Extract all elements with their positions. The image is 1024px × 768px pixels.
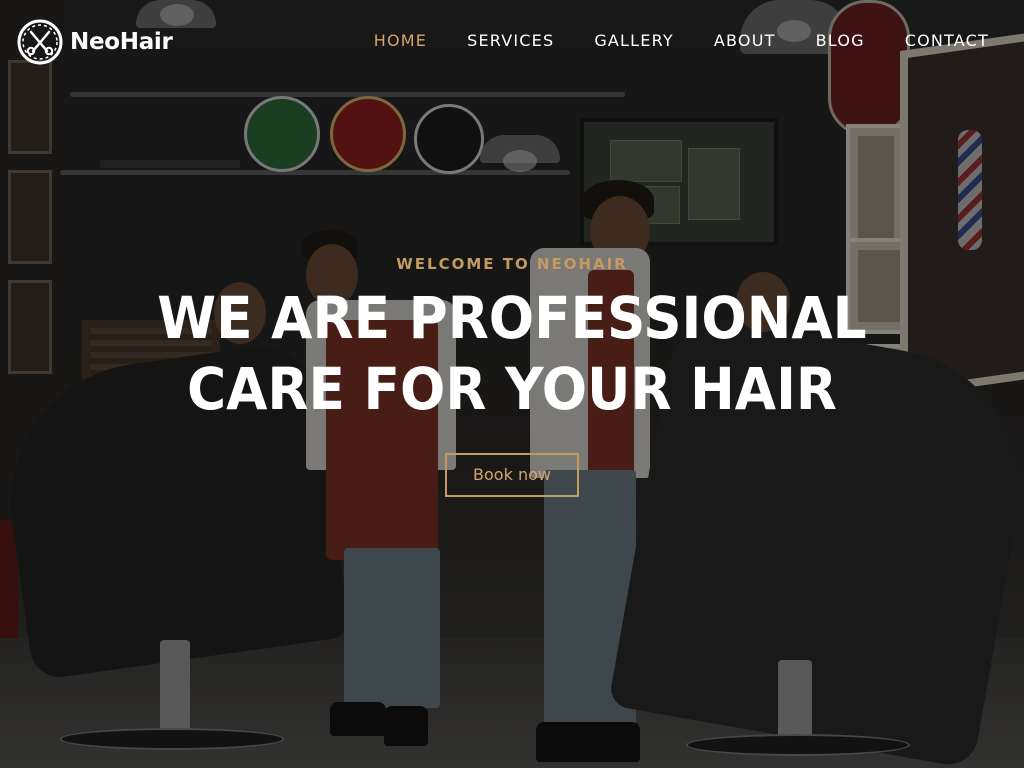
nav-item-gallery: GALLERY — [594, 31, 674, 51]
book-now-button[interactable]: Book now — [445, 453, 579, 497]
main-nav: HOME SERVICES GALLERY ABOUT BLOG CONTACT — [374, 31, 989, 51]
nav-link-contact[interactable]: CONTACT — [905, 31, 989, 50]
nav-item-contact: CONTACT — [905, 31, 989, 51]
scissors-gear-icon — [17, 19, 63, 65]
hero-eyebrow: WELCOME TO NEOHAIR — [396, 255, 628, 273]
hero-headline: WE ARE PROFESSIONAL CARE FOR YOUR HAIR — [157, 284, 867, 423]
brand-logo-link[interactable]: NeoHair — [16, 18, 173, 66]
site-header: NeoHair HOME SERVICES GALLERY ABOUT BLOG… — [0, 0, 1024, 86]
nav-item-blog: BLOG — [816, 31, 865, 51]
hero-section: WELCOME TO NEOHAIR WE ARE PROFESSIONAL C… — [0, 255, 1024, 497]
brand-name: NeoHair — [70, 29, 173, 55]
nav-item-home: HOME — [374, 31, 427, 51]
nav-link-home[interactable]: HOME — [374, 31, 427, 50]
nav-item-services: SERVICES — [467, 31, 554, 51]
nav-item-about: ABOUT — [714, 31, 776, 51]
nav-link-blog[interactable]: BLOG — [816, 31, 865, 50]
nav-link-about[interactable]: ABOUT — [714, 31, 776, 50]
nav-link-gallery[interactable]: GALLERY — [594, 31, 674, 50]
nav-link-services[interactable]: SERVICES — [467, 31, 554, 50]
